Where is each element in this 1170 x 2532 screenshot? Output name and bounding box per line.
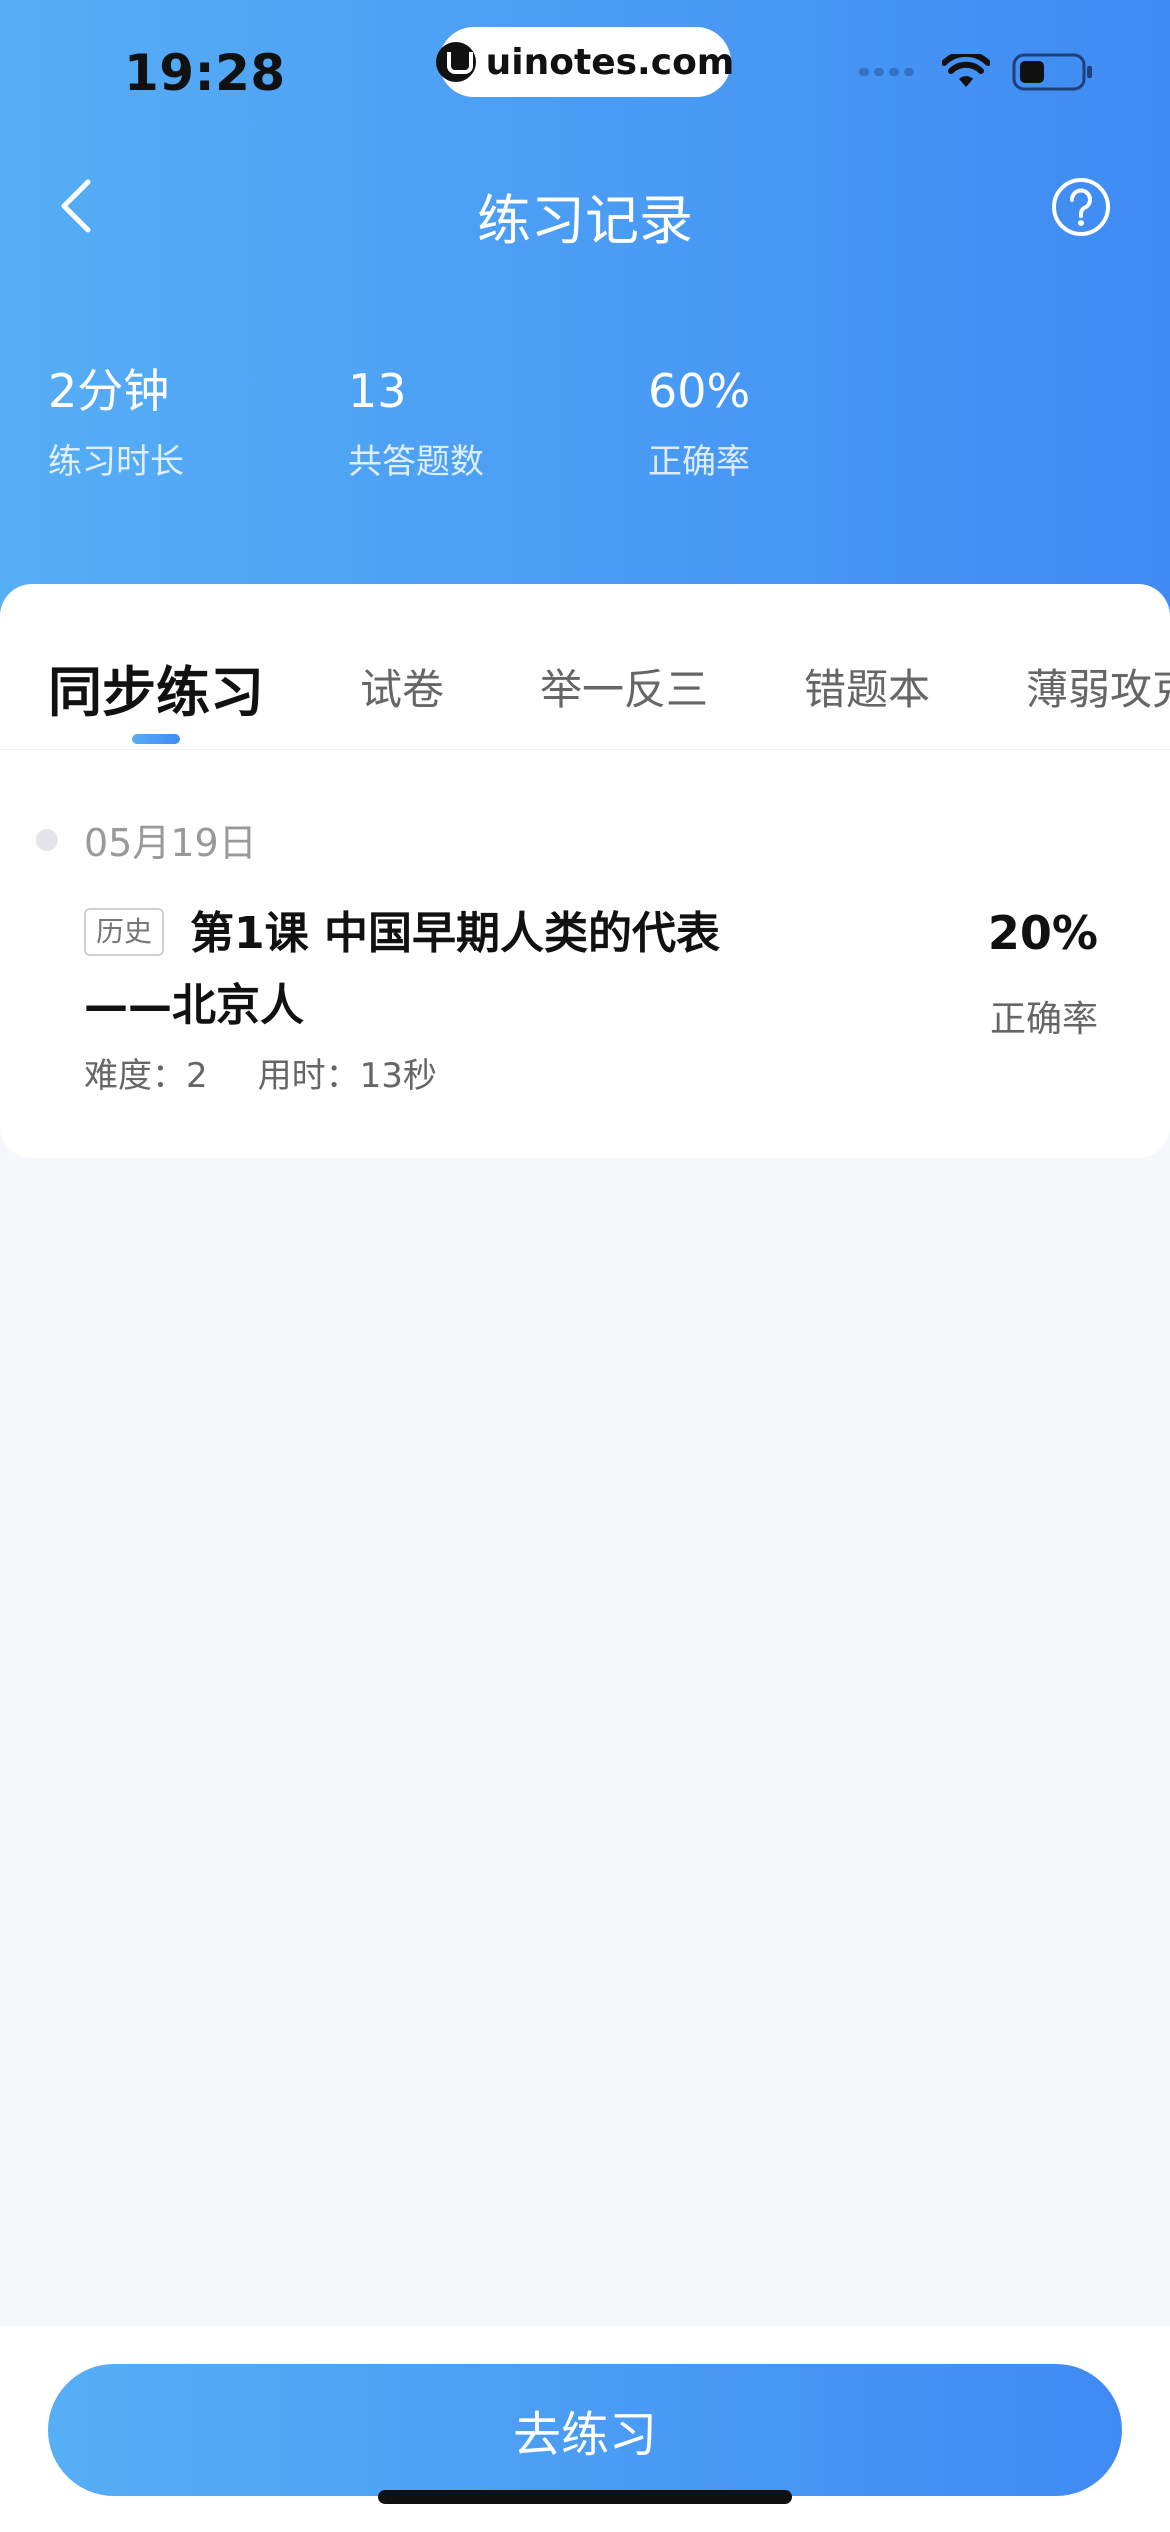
record-title-line2: ——北京人 (84, 980, 304, 1031)
tab-weak-points[interactable]: 薄弱攻克 (1026, 656, 1170, 717)
record-item[interactable]: 历史 第1课 中国早期人类的代表 ——北京人 难度：2 用时：13秒 20% 正确率 (84, 898, 1134, 1128)
status-icons (859, 52, 1094, 92)
tab-exam-papers[interactable]: 试卷 (360, 656, 444, 717)
difficulty-text: 难度：2 (84, 1056, 208, 1096)
help-circle-icon (1052, 178, 1110, 236)
stat-value: 13 (348, 364, 407, 418)
url-text: uinotes.com (485, 41, 735, 83)
stat-label: 练习时长 (48, 442, 184, 482)
date-label: 05月19日 (84, 821, 257, 865)
tab-practice-variants[interactable]: 举一反三 (540, 656, 708, 717)
page-title: 练习记录 (477, 189, 693, 252)
record-accuracy-value: 20% (987, 906, 1098, 960)
stat-duration: 2分钟 练习时长 (48, 362, 184, 482)
record-accuracy-label: 正确率 (989, 999, 1098, 1040)
stat-label: 正确率 (648, 442, 750, 482)
stat-accuracy: 60% 正确率 (648, 362, 750, 482)
stat-value: 60% (648, 364, 751, 418)
tab-sync-practice[interactable]: 同步练习 (48, 648, 264, 727)
record-meta: 难度：2 用时：13秒 (84, 1048, 437, 1097)
record-title-line1: 第1课 中国早期人类的代表 (190, 908, 720, 959)
help-button[interactable] (1050, 176, 1112, 238)
date-group-header: 05月19日 (36, 812, 257, 867)
time-spent-text: 用时：13秒 (257, 1056, 437, 1096)
subject-tag: 历史 (84, 908, 165, 956)
status-bar: 19:28 uinotes.com (0, 0, 1170, 140)
url-pill: uinotes.com (435, 27, 734, 97)
records-card: 同步练习 试卷 举一反三 错题本 薄弱攻克 05月19日 历史第1课 中国早期人… (0, 584, 1170, 1158)
tab-mistake-book[interactable]: 错题本 (804, 656, 930, 717)
stat-label: 共答题数 (348, 442, 484, 482)
record-title: 历史 第1课 中国早期人类的代表 ——北京人 (84, 898, 784, 1042)
active-tab-indicator (132, 734, 180, 744)
stat-value: 2分钟 (48, 364, 170, 418)
home-indicator (378, 2490, 792, 2504)
cellular-signal-icon (859, 68, 914, 76)
tab-bar: 同步练习 试卷 举一反三 错题本 薄弱攻克 (0, 584, 1170, 750)
wifi-icon (942, 54, 990, 87)
stat-total-questions: 13 共答题数 (348, 362, 484, 482)
battery-icon (1012, 53, 1092, 91)
uinotes-logo-icon (435, 42, 476, 82)
practice-record-screen: 19:28 uinotes.com 练习记录 2分钟 练习时长 13 共答题数 … (0, 0, 1170, 2532)
status-time: 19:28 (124, 44, 286, 102)
go-practice-button[interactable]: 去练习 (48, 2364, 1122, 2496)
timeline-dot-icon (36, 828, 58, 851)
